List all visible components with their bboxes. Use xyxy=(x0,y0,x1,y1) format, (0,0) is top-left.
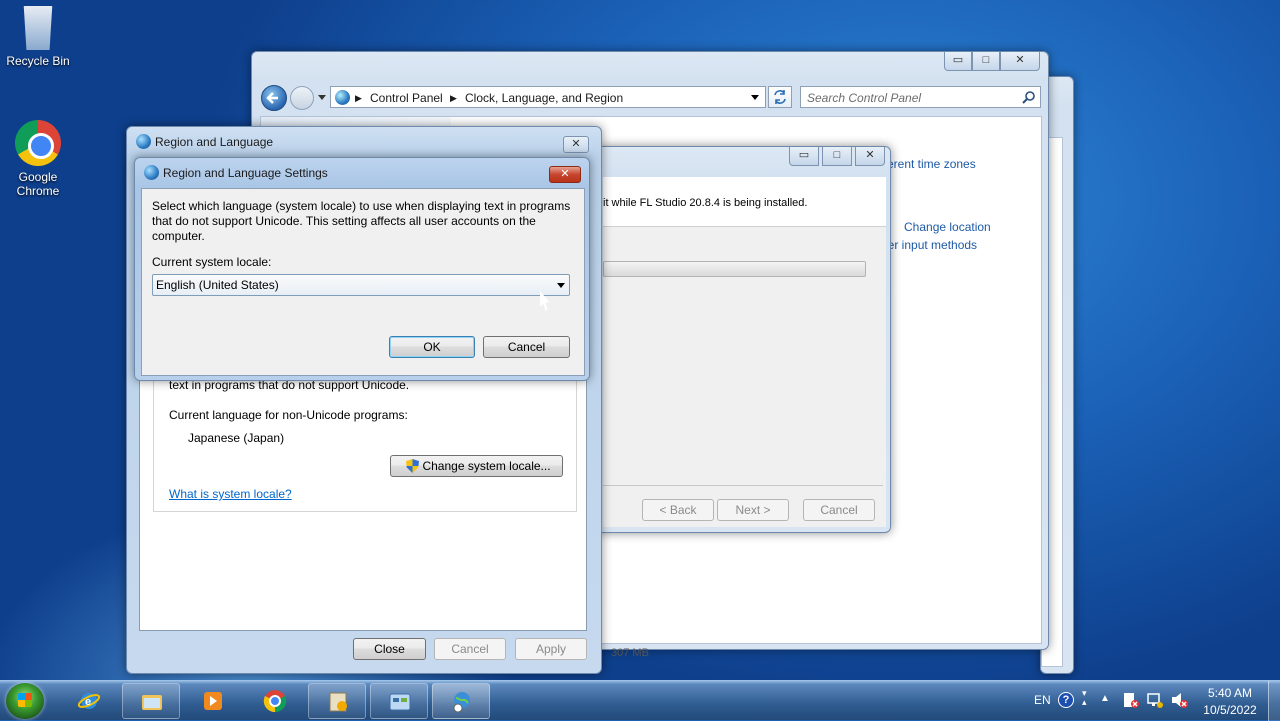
installer-cancel-button[interactable]: Cancel xyxy=(803,499,875,521)
region-language-title: Region and Language xyxy=(155,135,274,149)
recent-pages-dropdown[interactable] xyxy=(318,95,326,100)
dropdown-arrow-icon xyxy=(557,283,565,288)
recycle-bin-icon xyxy=(23,6,53,50)
change-system-locale-button[interactable]: Change system locale... xyxy=(390,455,563,477)
show-hidden-icons-button[interactable]: ▲ xyxy=(1100,693,1110,704)
settings-dialog-close-button[interactable]: ✕ xyxy=(549,166,581,183)
input-options-icon[interactable]: ▾ ▴ xyxy=(1082,689,1087,707)
installer-maximize-button[interactable]: □ xyxy=(822,147,852,166)
installer-icon xyxy=(329,692,347,712)
taskbar-chrome[interactable] xyxy=(246,683,304,719)
region-language-icon xyxy=(136,134,151,149)
volume-muted-icon[interactable] xyxy=(1170,691,1188,709)
address-bar[interactable]: ▶ Control Panel ▶ Clock, Language, and R… xyxy=(330,86,766,108)
taskbar: e EN ? ▾ ▴ ▲ 5:40 AM 10/5/2022 xyxy=(0,680,1280,721)
partial-size-text: 307 MB xyxy=(611,647,649,659)
cancel-button[interactable]: Cancel xyxy=(483,336,570,358)
minimize-button[interactable]: ▭ xyxy=(944,52,972,71)
clock-date[interactable]: 10/5/2022 xyxy=(1198,703,1262,717)
current-language-label: Current language for non-Unicode program… xyxy=(169,408,408,422)
refresh-icon xyxy=(774,90,786,104)
system-locale-dropdown[interactable]: English (United States) xyxy=(152,274,570,296)
back-button[interactable] xyxy=(261,85,287,111)
ok-button[interactable]: OK xyxy=(389,336,475,358)
uac-shield-icon xyxy=(406,459,419,473)
apply-dialog-button[interactable]: Apply xyxy=(515,638,587,660)
network-icon[interactable] xyxy=(1146,691,1164,709)
system-locale-dialog: Region and Language Settings ✕ Select wh… xyxy=(134,157,590,381)
search-icon[interactable] xyxy=(1022,90,1036,104)
close-dialog-button[interactable]: Close xyxy=(353,638,426,660)
current-locale-label: Current system locale: xyxy=(152,255,272,269)
language-indicator[interactable]: EN xyxy=(1034,693,1051,707)
time-zones-link[interactable]: erent time zones xyxy=(887,157,976,171)
chrome-label: Google Chrome xyxy=(16,170,60,198)
help-icon[interactable]: ? xyxy=(1058,692,1074,708)
breadcrumb-control-panel[interactable]: Control Panel xyxy=(370,91,443,105)
installer-minimize-button[interactable]: ▭ xyxy=(789,147,819,166)
installer-next-button[interactable]: Next > xyxy=(717,499,789,521)
installer-header: it while FL Studio 20.8.4 is being insta… xyxy=(603,177,886,227)
region-language-tab-panel: text in programs that do not support Uni… xyxy=(139,364,587,631)
breadcrumb-separator-icon: ▶ xyxy=(355,93,362,103)
control-panel-icon xyxy=(389,693,411,711)
chrome-icon xyxy=(15,120,61,166)
chrome-shortcut[interactable]: Google Chrome xyxy=(0,120,76,198)
control-panel-icon xyxy=(335,90,350,105)
close-button[interactable]: ✕ xyxy=(1000,52,1040,71)
search-placeholder: Search Control Panel xyxy=(807,91,922,105)
folder-icon xyxy=(142,695,162,710)
address-dropdown-icon[interactable] xyxy=(751,95,759,100)
what-is-system-locale-link[interactable]: What is system locale? xyxy=(169,487,292,501)
taskbar-internet-explorer[interactable]: e xyxy=(60,683,118,719)
taskbar-control-panel[interactable] xyxy=(370,683,428,719)
breadcrumb-separator-icon: ▶ xyxy=(450,93,457,103)
current-language-value: Japanese (Japan) xyxy=(188,431,285,445)
cancel-dialog-button[interactable]: Cancel xyxy=(434,638,506,660)
installer-progress-bar xyxy=(603,261,866,277)
settings-dialog-title: Region and Language Settings xyxy=(163,166,328,180)
installer-content: it while FL Studio 20.8.4 is being insta… xyxy=(603,177,886,527)
change-system-locale-label: Change system locale... xyxy=(422,459,551,473)
system-locale-value: English (United States) xyxy=(156,278,279,292)
recycle-bin-shortcut[interactable]: Recycle Bin xyxy=(0,6,76,68)
installer-close-button[interactable]: ✕ xyxy=(855,147,885,166)
taskbar-region-language[interactable] xyxy=(432,683,490,719)
recycle-bin-label: Recycle Bin xyxy=(6,54,70,68)
region-language-close-button[interactable]: ✕ xyxy=(563,136,589,153)
installer-back-button[interactable]: < Back xyxy=(642,499,714,521)
media-player-icon xyxy=(204,692,222,710)
start-button[interactable] xyxy=(6,683,44,719)
taskbar-media-player[interactable] xyxy=(184,683,242,719)
locale-description: Select which language (system locale) to… xyxy=(152,199,571,243)
forward-button[interactable] xyxy=(290,86,314,110)
input-methods-link[interactable]: her input methods xyxy=(881,238,977,252)
clock-time[interactable]: 5:40 AM xyxy=(1198,686,1262,700)
chrome-icon xyxy=(263,690,287,713)
installer-window: ▭ □ ✕ it while FL Studio 20.8.4 is being… xyxy=(596,146,891,533)
maximize-button[interactable]: □ xyxy=(972,52,1000,71)
action-center-icon[interactable] xyxy=(1122,691,1140,709)
back-arrow-icon xyxy=(266,92,278,104)
settings-dialog-body: Select which language (system locale) to… xyxy=(141,188,585,376)
globe-clock-icon xyxy=(453,692,470,713)
breadcrumb-clock-language-region[interactable]: Clock, Language, and Region xyxy=(465,91,623,105)
svg-text:e: e xyxy=(85,696,91,708)
refresh-button[interactable] xyxy=(768,86,792,108)
non-unicode-groupbox: text in programs that do not support Uni… xyxy=(153,364,577,512)
installer-message: it while FL Studio 20.8.4 is being insta… xyxy=(603,197,808,209)
settings-dialog-icon xyxy=(144,165,159,180)
change-location-link[interactable]: Change location xyxy=(904,220,991,234)
taskbar-installer[interactable] xyxy=(308,683,366,719)
internet-explorer-icon: e xyxy=(77,693,101,709)
show-desktop-button[interactable] xyxy=(1268,681,1280,721)
taskbar-explorer[interactable] xyxy=(122,683,180,719)
search-box[interactable]: Search Control Panel xyxy=(800,86,1041,108)
